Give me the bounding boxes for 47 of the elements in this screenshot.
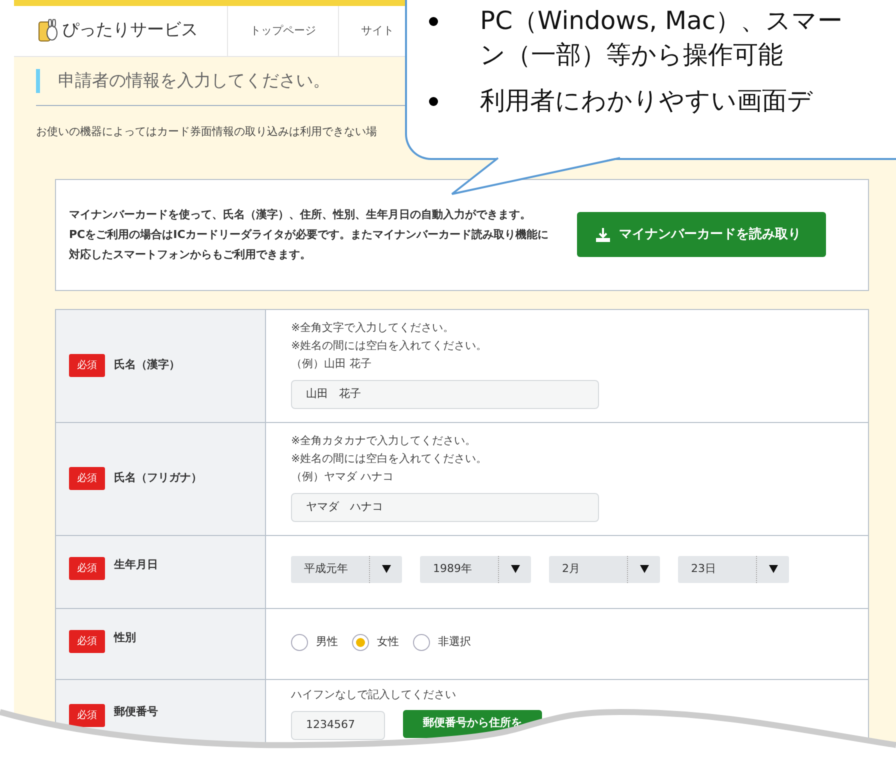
nav-link[interactable]: サイト <box>361 22 394 40</box>
radio-label[interactable]: 男性 <box>316 634 338 650</box>
rabbit-logo-icon <box>38 19 58 43</box>
radio-label[interactable]: 女性 <box>377 634 399 650</box>
select-field[interactable]: 1989年 <box>420 556 531 582</box>
download-icon <box>595 226 611 242</box>
callout-text: PC（Windows, Mac）、スマー <box>480 5 843 37</box>
radio-button[interactable] <box>352 634 369 650</box>
read-card-button[interactable]: マイナンバーカードを読み取り <box>577 212 826 257</box>
field-label: 氏名（漢字） <box>114 357 180 374</box>
hint-text: ※姓名の間には空白を入れてください。 <box>291 450 488 466</box>
bullet-icon <box>429 17 438 26</box>
select-field[interactable]: 平成元年 <box>291 556 402 582</box>
hint-text: ※全角カタカナで入力してください。 <box>291 432 478 448</box>
hint-text: （例）ヤマダ ハナコ <box>291 468 394 484</box>
select-field[interactable]: 23日 <box>678 556 789 582</box>
text-field[interactable]: 山田 花子 <box>291 380 599 408</box>
description-text: PCをご利用の場合はICカードリーダライタが必要です。またマイナンバーカード読み取り機能に対応したスマートフォンからもご利用できます。 <box>69 226 549 262</box>
required-badge: 必須 <box>69 630 105 652</box>
caret-icon <box>382 565 390 573</box>
notice-text: お使いの機器によってはカード券面情報の取り込みは利用できない場 <box>36 124 378 140</box>
radio-label[interactable]: 非選択 <box>438 634 471 650</box>
required-badge: 必須 <box>69 354 105 377</box>
field-label: 性別 <box>114 630 136 646</box>
radio-button[interactable] <box>291 634 308 650</box>
hint-text: ※姓名の間には空白を入れてください。 <box>291 338 488 354</box>
description-text: マイナンバーカードを使って、氏名（漢字）、住所、性別、生年月日の自動入力ができます。 <box>69 206 532 222</box>
field-label: 郵便番号 <box>114 704 158 720</box>
field-label: 氏名（フリガナ） <box>114 470 202 486</box>
hint-text: （例）山田 花子 <box>291 356 372 372</box>
bullet-icon <box>429 97 438 106</box>
required-badge: 必須 <box>69 704 105 726</box>
hint-text: ハイフンなしで記入してください <box>291 686 457 702</box>
field-label: 生年月日 <box>114 556 158 572</box>
required-badge: 必須 <box>69 467 105 490</box>
text-field[interactable]: ヤマダ ハナコ <box>291 492 599 522</box>
callout-text: ン（一部）等から操作可能 <box>480 39 783 71</box>
caret-icon <box>768 565 778 573</box>
caret-icon <box>640 565 648 573</box>
hint-text: ※全角文字で入力してください。 <box>291 320 456 336</box>
radio-button[interactable] <box>413 634 430 650</box>
select-field[interactable]: 2月 <box>549 556 660 582</box>
required-badge: 必須 <box>69 556 105 580</box>
site-logo-text[interactable]: ぴったりサービス <box>62 18 198 44</box>
nav-link[interactable]: トップページ <box>250 22 316 40</box>
postal-code-field[interactable]: 1234567 <box>291 710 385 740</box>
caret-icon <box>510 565 520 573</box>
